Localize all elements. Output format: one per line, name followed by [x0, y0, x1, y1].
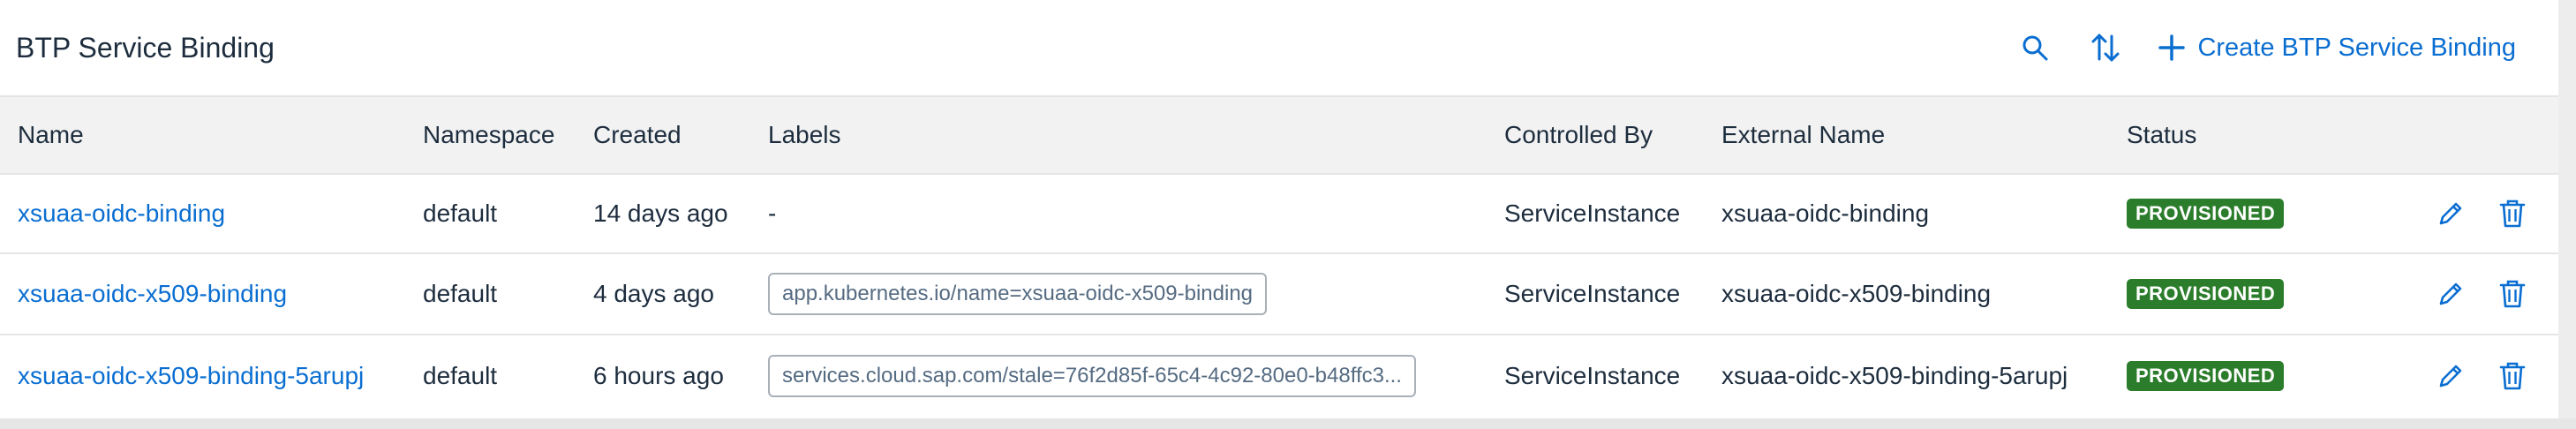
- external-name-cell: xsuaa-oidc-x509-binding: [1721, 280, 1992, 307]
- delete-icon: [2499, 199, 2526, 228]
- edit-button[interactable]: [2435, 278, 2467, 310]
- column-header-created[interactable]: Created: [593, 97, 682, 173]
- column-header-name[interactable]: Name: [18, 97, 84, 173]
- edit-icon: [2439, 282, 2462, 305]
- create-binding-label: Create BTP Service Binding: [2197, 33, 2516, 62]
- sort-icon: [2091, 34, 2120, 62]
- controlled-by-cell: ServiceInstance: [1504, 199, 1681, 227]
- table-row[interactable]: xsuaa-oidc-binding default 14 days ago -…: [0, 175, 2558, 254]
- table-row[interactable]: xsuaa-oidc-x509-binding-5arupj default 6…: [0, 335, 2558, 417]
- namespace-cell: default: [423, 199, 498, 227]
- bindings-table: Name Namespace Created Labels Controlled…: [0, 97, 2558, 417]
- search-icon: [2022, 35, 2048, 61]
- external-name-cell: xsuaa-oidc-x509-binding-5arupj: [1721, 362, 2068, 389]
- controlled-by-cell: ServiceInstance: [1504, 362, 1681, 389]
- status-badge: PROVISIONED: [2127, 361, 2285, 391]
- scrollbar-gutter: [2558, 0, 2576, 429]
- namespace-cell: default: [423, 280, 498, 307]
- page-header: BTP Service Binding Create BTP Service B…: [0, 0, 2558, 97]
- binding-name-link[interactable]: xsuaa-oidc-x509-binding-5arupj: [18, 362, 364, 390]
- column-header-namespace[interactable]: Namespace: [423, 97, 554, 173]
- label-chip: app.kubernetes.io/name=xsuaa-oidc-x509-b…: [768, 273, 1268, 315]
- edit-button[interactable]: [2435, 198, 2467, 230]
- column-header-status[interactable]: Status: [2127, 97, 2196, 173]
- binding-name-link[interactable]: xsuaa-oidc-x509-binding: [18, 280, 287, 308]
- created-cell: 6 hours ago: [593, 362, 724, 389]
- delete-icon: [2499, 280, 2526, 308]
- namespace-cell: default: [423, 362, 498, 389]
- delete-button[interactable]: [2497, 278, 2528, 310]
- bottom-divider: [0, 418, 2576, 429]
- created-cell: 14 days ago: [593, 199, 728, 227]
- status-badge: PROVISIONED: [2127, 279, 2285, 309]
- delete-icon: [2499, 362, 2526, 390]
- column-header-labels[interactable]: Labels: [768, 97, 841, 173]
- external-name-cell: xsuaa-oidc-binding: [1721, 199, 1930, 227]
- labels-cell: -: [768, 199, 777, 227]
- binding-name-link[interactable]: xsuaa-oidc-binding: [18, 199, 225, 228]
- create-binding-button[interactable]: Create BTP Service Binding: [2158, 34, 2516, 63]
- delete-button[interactable]: [2497, 360, 2528, 392]
- sort-button[interactable]: [2088, 30, 2123, 65]
- page-title: BTP Service Binding: [16, 31, 275, 64]
- edit-button[interactable]: [2435, 360, 2467, 392]
- edit-icon: [2439, 365, 2462, 388]
- delete-button[interactable]: [2497, 198, 2528, 230]
- search-button[interactable]: [2017, 30, 2053, 65]
- page: BTP Service Binding Create BTP Service B…: [0, 0, 2576, 429]
- controlled-by-cell: ServiceInstance: [1504, 280, 1681, 307]
- table-header-row: Name Namespace Created Labels Controlled…: [0, 97, 2558, 175]
- toolbar: Create BTP Service Binding: [2017, 30, 2516, 65]
- column-header-external-name[interactable]: External Name: [1721, 97, 1885, 173]
- status-badge: PROVISIONED: [2127, 199, 2285, 229]
- edit-icon: [2439, 202, 2462, 225]
- table-row[interactable]: xsuaa-oidc-x509-binding default 4 days a…: [0, 254, 2558, 335]
- created-cell: 4 days ago: [593, 280, 714, 307]
- label-chip: services.cloud.sap.com/stale=76f2d85f-65…: [768, 355, 1416, 397]
- column-header-controlled-by[interactable]: Controlled By: [1504, 97, 1653, 173]
- plus-icon: [2158, 34, 2186, 61]
